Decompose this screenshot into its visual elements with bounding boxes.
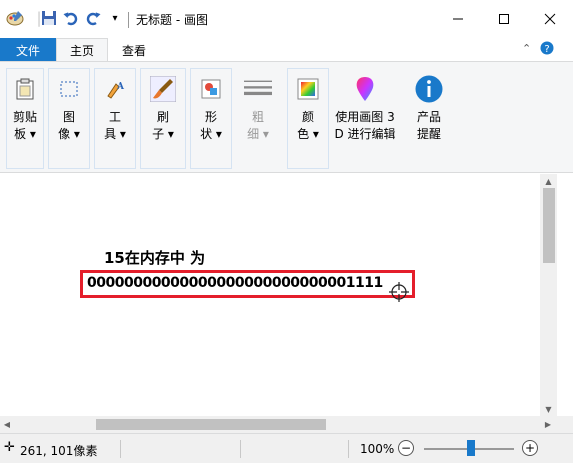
clipboard-icon — [11, 75, 39, 103]
title-separator — [128, 12, 129, 28]
scroll-right-icon[interactable]: ▶ — [541, 416, 555, 433]
image-label: 图 像 ▾ — [58, 110, 80, 141]
drawing-canvas[interactable]: 15在内存中 为 0000000000000000000000000000111… — [0, 174, 556, 416]
colors-label: 颜 色 ▾ — [297, 110, 319, 141]
svg-text:A: A — [116, 82, 125, 92]
plus-icon: + — [524, 441, 536, 455]
zoom-out-button[interactable]: − — [398, 440, 414, 456]
status-bar: ✛ 261, 101像素 100% − + — [0, 433, 573, 463]
tab-file[interactable]: 文件 — [0, 38, 56, 62]
undo-icon[interactable] — [62, 9, 80, 27]
cursor-coordinates: 261, 101像素 — [20, 444, 98, 458]
maximize-button[interactable] — [481, 0, 527, 38]
scroll-up-icon[interactable]: ▲ — [540, 174, 557, 188]
close-button[interactable] — [527, 0, 573, 38]
scroll-left-icon[interactable]: ◀ — [0, 416, 14, 433]
shapes-icon — [197, 75, 225, 103]
scrollbar-corner — [557, 416, 573, 433]
ribbon-tabs: 文件 主页 查看 ⌃ ? — [0, 38, 573, 62]
clipboard-label: 剪贴 板 ▾ — [12, 110, 37, 141]
status-separator — [120, 440, 121, 458]
image-button[interactable]: 图 像 ▾ — [48, 68, 90, 169]
paint3d-label: 使用画图 3 D 进行编辑 — [334, 110, 396, 141]
colors-button[interactable]: 颜 色 ▾ — [287, 68, 329, 169]
product-alert-button[interactable]: 产品 提醒 — [408, 68, 450, 169]
minus-icon: − — [400, 441, 412, 455]
paint-app-icon[interactable] — [6, 9, 24, 27]
cursor-position-icon: ✛ — [4, 440, 15, 455]
help-icon[interactable]: ? — [540, 41, 554, 58]
scroll-down-icon[interactable]: ▼ — [540, 402, 557, 416]
shapes-label: 形 状 ▾ — [200, 110, 222, 141]
edit-with-paint3d-button[interactable]: 使用画图 3 D 进行编辑 — [332, 68, 398, 169]
tools-icon: A — [101, 75, 129, 103]
size-button[interactable]: 粗 细 ▾ — [236, 68, 280, 169]
zoom-slider-thumb[interactable] — [467, 440, 475, 456]
save-icon[interactable] — [40, 9, 58, 27]
minimize-icon — [453, 18, 463, 20]
colors-icon — [294, 75, 322, 103]
tools-label: 工 具 ▾ — [104, 110, 126, 141]
maximize-icon — [499, 14, 509, 24]
dropdown-arrow-icon[interactable]: ▾ — [106, 9, 124, 27]
ribbon: 剪贴 板 ▾ 图 像 ▾ A 工 具 ▾ 刷 子 ▾ 形 状 ▾ 粗 细 ▾ 颜… — [0, 61, 573, 173]
zoom-percentage: 100% — [360, 442, 395, 456]
clipboard-button[interactable]: 剪贴 板 ▾ — [6, 68, 44, 169]
canvas-caption-text: 15在内存中 为 — [104, 249, 206, 267]
title-bar: | ▾ 无标题 - 画图 — [0, 0, 573, 38]
minimize-button[interactable] — [435, 0, 481, 38]
brush-icon — [149, 75, 177, 103]
binary-value-text: 00000000000000000000000000001111 — [87, 275, 383, 291]
tools-button[interactable]: A 工 具 ▾ — [94, 68, 136, 169]
collapse-ribbon-icon[interactable]: ⌃ — [522, 42, 531, 55]
info-icon — [415, 75, 443, 103]
status-separator — [240, 440, 241, 458]
select-icon — [55, 75, 83, 103]
tab-view[interactable]: 查看 — [110, 38, 158, 62]
vertical-scroll-thumb[interactable] — [543, 188, 555, 263]
product-alert-label: 产品 提醒 — [416, 110, 441, 141]
horizontal-scrollbar[interactable]: ◀ ▶ — [0, 416, 557, 433]
size-label: 粗 细 ▾ — [247, 110, 269, 141]
horizontal-scroll-thumb[interactable] — [96, 419, 326, 430]
close-icon — [544, 13, 556, 25]
zoom-in-button[interactable]: + — [522, 440, 538, 456]
svg-text:?: ? — [544, 44, 549, 55]
crosshair-cursor-icon — [389, 282, 409, 302]
line-size-icon — [244, 75, 272, 103]
paint3d-icon — [351, 75, 379, 103]
brushes-label: 刷 子 ▾ — [152, 110, 174, 141]
window-title: 无标题 - 画图 — [136, 13, 208, 27]
shapes-button[interactable]: 形 状 ▾ — [190, 68, 232, 169]
tab-home[interactable]: 主页 — [56, 38, 108, 62]
redo-icon[interactable] — [84, 9, 102, 27]
vertical-scrollbar[interactable]: ▲ ▼ — [540, 174, 557, 416]
brushes-button[interactable]: 刷 子 ▾ — [140, 68, 186, 169]
status-separator — [348, 440, 349, 458]
